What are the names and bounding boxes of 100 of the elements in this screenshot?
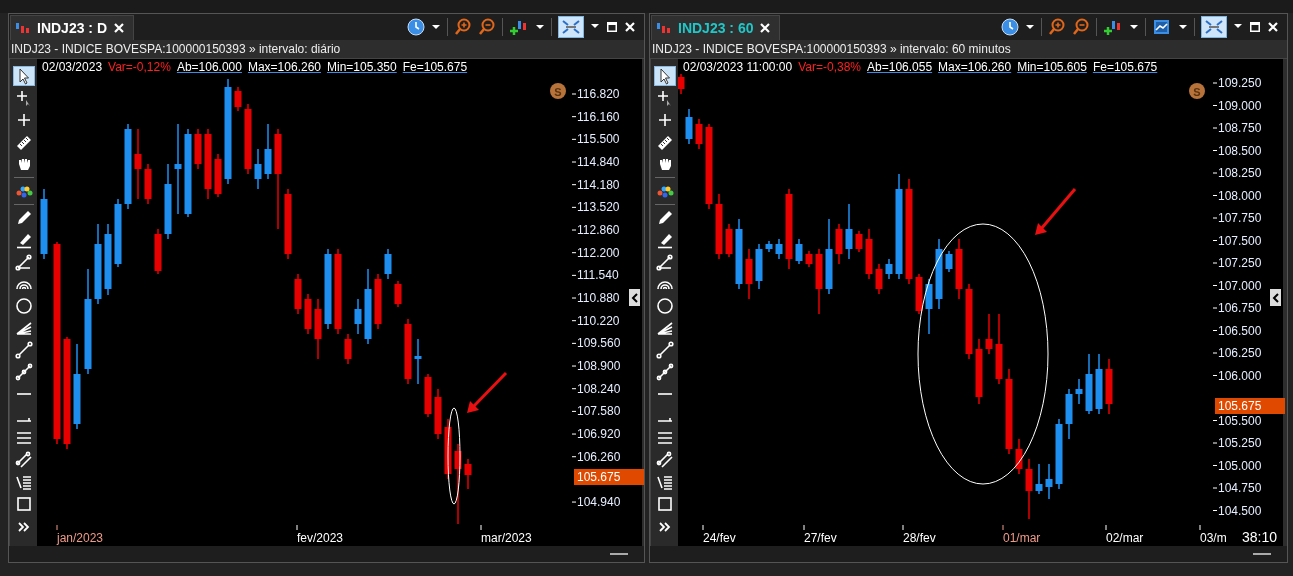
clock-icon[interactable] bbox=[1001, 18, 1019, 36]
caret-icon[interactable] bbox=[535, 23, 545, 31]
last-price-tag: 105.675 bbox=[1215, 398, 1285, 414]
candle bbox=[1045, 463, 1053, 500]
caret-icon[interactable] bbox=[590, 23, 600, 31]
candle bbox=[1055, 418, 1063, 490]
price-label: 104.500 bbox=[1218, 503, 1262, 518]
caret-icon[interactable] bbox=[1129, 23, 1139, 31]
zoom-out-icon[interactable] bbox=[478, 18, 496, 36]
price-label: 108.000 bbox=[1218, 188, 1262, 203]
badge-letter: S bbox=[554, 85, 562, 98]
candle bbox=[354, 298, 362, 335]
price-label: 107.750 bbox=[1218, 211, 1262, 225]
price-label: 108.900 bbox=[577, 359, 621, 374]
caret-icon[interactable] bbox=[1178, 23, 1188, 31]
chart-picture-icon[interactable] bbox=[1152, 18, 1172, 36]
candle bbox=[755, 243, 763, 290]
price-label: 112.200 bbox=[577, 245, 620, 260]
candles-icon bbox=[656, 21, 672, 35]
candle bbox=[284, 188, 292, 260]
candle bbox=[344, 333, 352, 365]
candle bbox=[915, 273, 923, 315]
price-label: 110.220 bbox=[577, 313, 620, 328]
caret-icon[interactable] bbox=[1233, 23, 1243, 31]
clock-icon[interactable] bbox=[407, 18, 425, 36]
candle bbox=[995, 313, 1003, 385]
zoom-in-icon[interactable] bbox=[454, 18, 472, 36]
collapse-button[interactable] bbox=[1270, 289, 1281, 306]
price-label: 109.560 bbox=[577, 336, 621, 351]
add-indicator-icon[interactable] bbox=[1103, 18, 1123, 36]
quote-field: Min=105.350 bbox=[327, 60, 397, 74]
candle bbox=[855, 230, 863, 253]
close-icon[interactable] bbox=[113, 22, 126, 34]
candle bbox=[1075, 378, 1083, 405]
close-icon[interactable] bbox=[624, 21, 636, 33]
variation-label: Var=-0,12% bbox=[108, 60, 171, 74]
quote-field: Fe=105.675 bbox=[402, 60, 468, 74]
angle-icon[interactable] bbox=[653, 252, 676, 272]
candle bbox=[434, 388, 442, 440]
candle bbox=[234, 86, 242, 112]
variation-label: Var=-0,38% bbox=[798, 60, 862, 74]
price-label: 109.000 bbox=[1218, 98, 1262, 113]
angle-icon[interactable] bbox=[12, 252, 35, 272]
price-label: 106.260 bbox=[577, 449, 621, 464]
candle bbox=[294, 273, 302, 315]
candle bbox=[945, 250, 953, 273]
candle bbox=[685, 108, 693, 145]
close-icon[interactable] bbox=[1267, 21, 1279, 33]
collapse-button[interactable] bbox=[629, 289, 640, 306]
price-label: 112.860 bbox=[577, 223, 620, 237]
close-icon[interactable] bbox=[759, 22, 772, 34]
candle bbox=[214, 153, 222, 198]
candle bbox=[875, 263, 883, 295]
price-label: 116.160 bbox=[577, 109, 620, 124]
candle bbox=[955, 238, 963, 300]
line-segment-icon[interactable] bbox=[653, 340, 676, 360]
candle bbox=[1085, 353, 1093, 415]
cursor-icon[interactable] bbox=[653, 66, 676, 86]
candle bbox=[985, 313, 993, 355]
date-label: 01/mar bbox=[1003, 531, 1041, 545]
chart-tab[interactable]: INDJ23 : D bbox=[10, 15, 135, 40]
candle bbox=[424, 373, 432, 418]
candle bbox=[975, 338, 983, 405]
price-label: 108.500 bbox=[1218, 143, 1262, 158]
badge-letter: S bbox=[1193, 85, 1201, 98]
price-label: 105.000 bbox=[1218, 458, 1262, 473]
candle bbox=[865, 228, 873, 280]
add-indicator-icon[interactable] bbox=[509, 18, 529, 36]
minimize-icon[interactable] bbox=[1253, 552, 1271, 556]
price-label: 106.750 bbox=[1218, 301, 1262, 315]
candle bbox=[715, 193, 723, 260]
minimize-icon[interactable] bbox=[610, 552, 628, 556]
caret-icon[interactable] bbox=[431, 23, 441, 31]
cursor-icon[interactable] bbox=[12, 66, 35, 86]
price-label: 106.250 bbox=[1218, 346, 1262, 360]
candle bbox=[394, 280, 402, 308]
last-price-tag: 105.675 bbox=[574, 469, 644, 485]
date-label: fev/2023 bbox=[297, 531, 344, 545]
caret-icon[interactable] bbox=[1025, 23, 1035, 31]
quote-field: Fe=105.675 bbox=[1092, 60, 1158, 74]
maximize-icon[interactable] bbox=[606, 21, 618, 33]
candle bbox=[304, 293, 312, 335]
candle bbox=[725, 223, 733, 258]
price-label: 106.000 bbox=[1218, 368, 1262, 383]
fit-chart-button[interactable] bbox=[558, 16, 584, 38]
zoom-in-icon[interactable] bbox=[1048, 18, 1066, 36]
candle bbox=[765, 240, 773, 253]
candle bbox=[678, 73, 685, 95]
price-label: 110.880 bbox=[577, 291, 620, 306]
candle bbox=[464, 458, 472, 490]
zoom-out-icon[interactable] bbox=[1072, 18, 1090, 36]
candle bbox=[444, 418, 452, 480]
line-segment-icon[interactable] bbox=[12, 340, 35, 360]
price-label: 107.500 bbox=[1218, 233, 1262, 248]
fit-chart-button[interactable] bbox=[1201, 16, 1227, 38]
chart-tab[interactable]: INDJ23 : 60 bbox=[651, 15, 781, 40]
maximize-icon[interactable] bbox=[1249, 21, 1261, 33]
price-label: 114.180 bbox=[577, 177, 620, 192]
candle bbox=[254, 148, 262, 190]
price-label: 115.500 bbox=[577, 132, 620, 147]
